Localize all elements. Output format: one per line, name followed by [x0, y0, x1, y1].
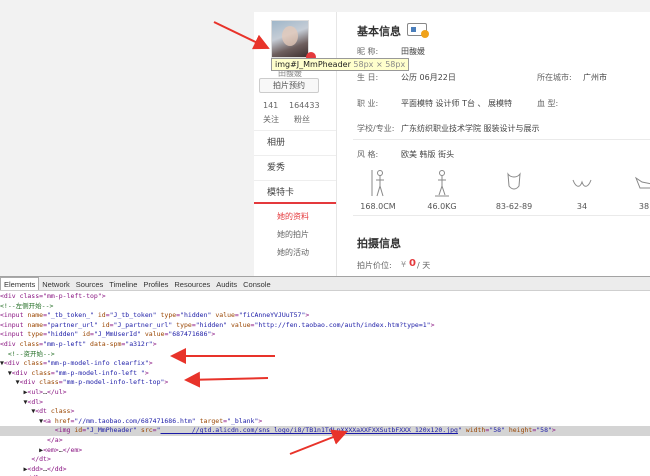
shoot-booking-button[interactable]: 拍片预约 — [259, 78, 319, 93]
height-icon — [371, 170, 384, 197]
selected-dom-node[interactable]: <img id="J_MmPheader" src=" //gtd.alicdn… — [0, 426, 650, 436]
devtools-tab-profiles[interactable]: Profiles — [140, 278, 171, 291]
fans-count: 164433 — [289, 101, 320, 110]
fans-label[interactable]: 粉丝 — [294, 114, 310, 125]
dom-node-line[interactable]: <input name="partner_url" id="J_partner_… — [0, 321, 650, 331]
devtools-panel: Elements Network Sources Timeline Profiles Re… — [0, 276, 650, 476]
job-value: 平面模特 设计师 T台 、 展模特 — [401, 99, 513, 108]
devtools-tab-audits[interactable]: Audits — [213, 278, 240, 291]
dom-node-line[interactable]: ▶<dd>…</dd> — [0, 465, 650, 475]
devtools-tab-bar: Elements Network Sources Timeline Profiles Re… — [0, 277, 650, 291]
birthday-value: 公历 06月22日 — [401, 73, 456, 82]
profile-sidebar: 田馥媛 拍片预约 141 164433 关注 粉丝 相册 爱秀 模特卡 她的资料… — [254, 12, 336, 276]
shoe-value: 38 — [638, 202, 650, 211]
nav-item-show[interactable]: 爱秀 — [254, 155, 336, 179]
shoot-info-title: 拍摄信息 — [357, 237, 401, 250]
cup-measure: 34 — [557, 168, 607, 211]
avatar[interactable] — [272, 21, 308, 57]
weight-measure: 46.0KG — [417, 168, 467, 211]
sub-nav-photos[interactable]: 她的拍片 — [277, 229, 309, 240]
bra-icon — [572, 179, 592, 187]
height-value: 168.0CM — [360, 202, 396, 211]
height-measure: 168.0CM — [353, 168, 403, 211]
dom-node-line[interactable]: <div class="mm-p-left" data-spm="a312r"> — [0, 340, 650, 350]
style-label: 风 格: — [357, 150, 379, 159]
divider — [353, 139, 650, 140]
dom-node-line[interactable]: ▼<a href="//mm.taobao.com/687471686.htm"… — [0, 417, 650, 427]
nav-item-album[interactable]: 相册 — [254, 130, 336, 154]
bwh-value: 83-62-89 — [495, 202, 533, 211]
school-value: 广东纺织职业技术学院 服装设计与展示 — [401, 124, 540, 133]
model-info-panel: 基本信息 昵 称: 田馥媛 生 日: 公历 06月22日 所在城市: 广州市 职… — [336, 12, 650, 276]
divider — [353, 215, 650, 216]
web-page-view: 田馥媛 拍片预约 141 164433 关注 粉丝 相册 爱秀 模特卡 她的资料… — [0, 0, 650, 276]
follow-label[interactable]: 关注 — [263, 114, 279, 125]
blood-type-label: 血 型: — [537, 99, 559, 108]
price-label: 拍片价位: — [357, 261, 392, 270]
devtools-tab-elements[interactable]: Elements — [0, 277, 40, 290]
tooltip-selector: img#J_MmPheader — [275, 60, 351, 69]
dom-node-line[interactable]: <div class="mm-p-left-top"> — [0, 292, 650, 302]
birthday-label: 生 日: — [357, 73, 379, 82]
price-unit: / 天 — [417, 261, 431, 270]
weight-icon — [435, 170, 449, 197]
price-value: 0 — [409, 258, 416, 269]
dom-node-line[interactable]: <!--左侧开始--> — [0, 302, 650, 312]
style-value: 欧美 韩版 街头 — [401, 150, 455, 159]
avatar-link[interactable] — [271, 20, 309, 58]
dom-node-line[interactable]: ▼<dt class> — [0, 407, 650, 417]
nickname-value: 田馥媛 — [401, 47, 425, 56]
shoe-icon — [634, 176, 650, 189]
sub-nav-profile[interactable]: 她的资料 — [277, 211, 309, 222]
dom-node-line[interactable]: <!--资开始--> — [0, 350, 650, 360]
city-value: 广州市 — [583, 73, 607, 82]
devtools-tab-resources[interactable]: Resources — [171, 278, 213, 291]
job-label: 职 业: — [357, 99, 379, 108]
dom-node-line[interactable]: <input name="_tb_token_" id="J_tb_token"… — [0, 311, 650, 321]
devtools-tab-sources[interactable]: Sources — [73, 278, 107, 291]
dom-node-line[interactable]: </a> — [0, 436, 650, 446]
dom-node-line[interactable]: ▼<dl> — [0, 398, 650, 408]
inspect-tooltip: img#J_MmPheader 58px × 58px — [271, 58, 410, 71]
swimsuit-icon — [507, 172, 521, 190]
dom-node-line[interactable]: ▶<em>…</em> — [0, 446, 650, 456]
city-label: 所在城市: — [537, 73, 572, 82]
cup-value: 34 — [576, 202, 588, 211]
id-card-icon — [407, 23, 429, 38]
school-label: 学校/专业: — [357, 124, 395, 133]
nav-item-model-card[interactable]: 模特卡 — [254, 180, 336, 204]
dom-node-line[interactable]: ▼<div class="mm-p-model-info-left-top"> — [0, 378, 650, 388]
follow-count: 141 — [263, 101, 279, 110]
nickname-label: 昵 称: — [357, 47, 379, 56]
devtools-tab-network[interactable]: Network — [39, 278, 73, 291]
dom-node-line[interactable]: ▼<div class="mm-p-model-info clearfix"> — [0, 359, 650, 369]
devtools-tab-timeline[interactable]: Timeline — [106, 278, 140, 291]
tooltip-size: 58px × 58px — [353, 60, 406, 69]
dom-node-line[interactable]: ▼<div class="mm-p-model-info-left "> — [0, 369, 650, 379]
sub-nav-activity[interactable]: 她的活动 — [277, 247, 309, 258]
devtools-tab-console[interactable]: Console — [240, 278, 274, 291]
weight-value: 46.0KG — [427, 202, 457, 211]
shoe-measure: 38 — [619, 168, 650, 211]
dom-node-line[interactable]: <input type="hidden" id="J_MmUserId" val… — [0, 330, 650, 340]
dom-node-line[interactable]: ▶<ul>…</ul> — [0, 388, 650, 398]
basic-info-title: 基本信息 — [357, 25, 401, 38]
elements-tree: <div class="mm-p-left-top"> <!--左侧开始--> <i… — [0, 292, 650, 476]
price-currency: ¥ — [401, 260, 407, 269]
bwh-measure: 83-62-89 — [489, 168, 539, 211]
dom-node-line[interactable]: </dt> — [0, 455, 650, 465]
